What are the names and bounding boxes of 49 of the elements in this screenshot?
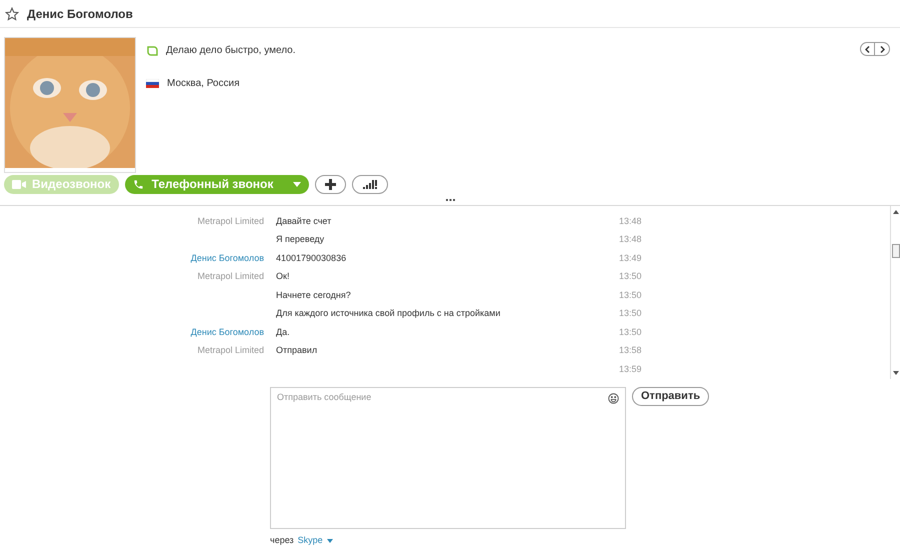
message-text: 41001790030836: [276, 252, 346, 263]
mood-icon: [146, 44, 158, 56]
message-time: 13:49: [619, 252, 642, 265]
contact-name: Денис Богомолов: [27, 6, 133, 22]
chevron-right-icon: [880, 46, 884, 52]
message-time: 13:58: [619, 344, 642, 358]
message-time: 13:48: [619, 233, 642, 246]
scroll-thumb[interactable]: [892, 244, 900, 258]
sender-name: Metrapol Limited: [197, 345, 264, 356]
location: Москва, Россия: [167, 77, 240, 91]
message-text: Начнете сегодня?: [276, 290, 351, 300]
phone-icon: [132, 178, 144, 190]
message-field[interactable]: Отправить сообщение: [271, 388, 625, 528]
resize-handle-icon[interactable]: [446, 199, 454, 201]
caret-icon: [326, 538, 333, 543]
sender-name: Metrapol Limited: [197, 216, 264, 226]
scrollbar[interactable]: [890, 206, 900, 379]
chevron-left-icon: [865, 46, 870, 52]
plus-icon: [325, 178, 336, 190]
add-button[interactable]: [315, 174, 346, 194]
message-time: 13:48: [619, 214, 642, 228]
camera-icon: [12, 180, 26, 188]
message-text: Давайте счет: [276, 216, 332, 226]
message-time: 13:59: [619, 363, 642, 376]
send-button[interactable]: Отправить: [632, 387, 710, 406]
service-dropdown[interactable]: Skype: [298, 534, 333, 548]
message-text: Ок!: [276, 271, 290, 282]
message-text: Отправил: [276, 345, 318, 356]
mood-message: Делаю дело быстро, умело.: [166, 44, 296, 58]
message-text: Для каждого источника свой профиль с на стройками: [276, 308, 500, 318]
message-text: Да.: [276, 326, 290, 337]
message-time: 13:50: [619, 326, 642, 339]
call-quality-button[interactable]: [352, 174, 388, 194]
caret-icon: [293, 182, 302, 186]
message-time: 13:50: [619, 307, 642, 320]
message-time: 13:50: [619, 270, 642, 284]
message-time: 13:50: [619, 288, 642, 302]
sender-name: Денис Богомолов: [190, 326, 264, 337]
sender-name: Денис Богомолов: [190, 252, 264, 263]
scroll-down-icon[interactable]: [892, 371, 898, 375]
scroll-up-icon[interactable]: [892, 210, 898, 214]
star-icon[interactable]: [5, 6, 19, 20]
smiley-icon[interactable]: [608, 393, 619, 404]
via-label: через: [270, 534, 294, 547]
message-text: Я переведу: [276, 234, 324, 244]
sender-name: Metrapol Limited: [197, 271, 264, 282]
flag-icon: [146, 79, 159, 88]
phone-call-button[interactable]: Телефонный звонок: [124, 174, 310, 194]
signal-icon: [363, 180, 378, 188]
